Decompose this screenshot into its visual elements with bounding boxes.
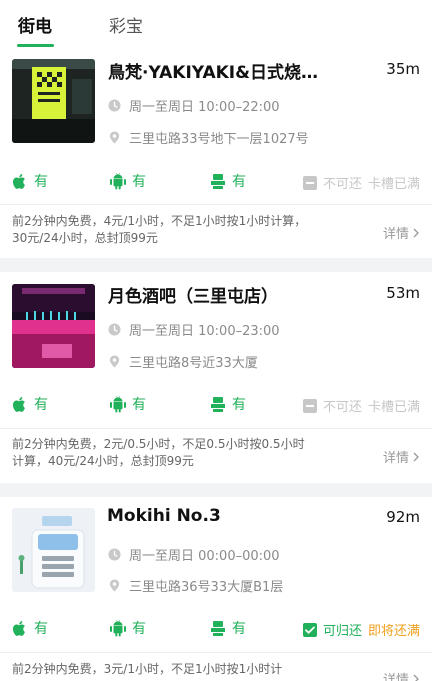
return-status: 不可还 卡槽已满 [302,173,420,192]
detail-label: 详情 [382,227,409,242]
return-status: 不可还 卡槽已满 [302,396,420,415]
store-address: 三里屯路33号地下一层1027号 [108,128,309,147]
store-photo [12,284,95,368]
location-icon [109,131,120,144]
detail-link[interactable]: 详情 [383,447,420,466]
store-address: 三里屯路8号近33大厦 [108,352,258,371]
feature-apple: 有 [12,618,48,638]
clock-icon [108,323,121,336]
hours-text: 周一至周日 10:00–22:00 [129,100,280,115]
hours-text: 周一至周日 10:00–23:00 [129,324,280,339]
location-icon [109,579,120,592]
store-distance: 92m [386,508,420,526]
store-name: 鳥梵·YAKIYAKI&日式烧… [108,63,318,83]
active-tab-indicator [17,44,54,47]
store-hours: 周一至周日 10:00–22:00 [108,96,280,115]
store-hours: 周一至周日 10:00–23:00 [108,320,280,339]
return-status-text: 不可还 [322,177,362,192]
feature-label: 有 [34,397,48,413]
minus-box-icon [302,175,317,190]
detail-label: 详情 [382,451,409,466]
feature-android: 有 [110,394,146,414]
store-card[interactable]: Mokihi No.3 92m 周一至周日 00:00–00:00 三里屯路36… [0,497,432,681]
return-status-text: 可归还 [322,624,362,639]
divider [0,204,432,205]
store-distance: 53m [386,284,420,302]
feature-android: 有 [110,171,146,191]
detail-link[interactable]: 详情 [383,669,420,681]
apple-icon [12,173,25,189]
slot-status-text: 即将还满 [367,624,420,639]
apple-icon [12,620,25,636]
pricing-text: 前2分钟内免费，3元/1小时，不足1小时按1小时计 [12,662,283,676]
feature-powerbank: 有 [210,618,246,638]
detail-label: 详情 [382,673,409,681]
feature-label: 有 [232,397,246,413]
store-address: 三里屯路36号33大厦B1层 [108,576,283,595]
return-status-text: 不可还 [322,400,362,415]
hours-text: 周一至周日 00:00–00:00 [129,549,280,564]
divider [0,652,432,653]
feature-row: 有 有 有 不可还 卡槽已满 [0,171,432,193]
feature-label: 有 [132,397,146,413]
chevron-right-icon [413,452,419,461]
store-distance: 35m [386,60,420,78]
detail-link[interactable]: 详情 [383,223,420,242]
address-text: 三里屯路33号地下一层1027号 [129,132,309,147]
android-icon [110,395,126,412]
store-photo [12,59,95,143]
store-hours: 周一至周日 00:00–00:00 [108,545,280,564]
feature-label: 有 [34,174,48,190]
apple-icon [12,396,25,412]
pricing-text: 前2分钟内免费，4元/1小时，不足1小时按1小时计算，30元/24小时，总封顶9… [12,214,307,245]
feature-label: 有 [232,621,246,637]
clock-icon [108,548,121,561]
feature-apple: 有 [12,394,48,414]
location-icon [109,355,120,368]
store-photo [12,508,95,592]
check-box-icon [302,622,317,637]
return-status: 可归还 即将还满 [302,620,420,639]
chevron-right-icon [413,228,419,237]
clock-icon [108,99,121,112]
powerbank-icon [211,620,225,636]
android-icon [110,619,126,636]
feature-row: 有 有 有 可归还 即将还满 [0,618,432,640]
powerbank-icon [211,396,225,412]
feature-powerbank: 有 [210,394,246,414]
minus-box-icon [302,398,317,413]
slot-status-text: 卡槽已满 [367,177,420,192]
store-name: Mokihi No.3 [107,506,221,526]
feature-row: 有 有 有 不可还 卡槽已满 [0,394,432,416]
address-text: 三里屯路8号近33大厦 [129,356,258,371]
store-card[interactable]: 鳥梵·YAKIYAKI&日式烧… 35m 周一至周日 10:00–22:00 三… [0,48,432,258]
tab-bar: 街电 彩宝 [0,0,432,48]
feature-android: 有 [110,618,146,638]
pricing-text: 前2分钟内免费，2元/0.5小时，不足0.5小时按0.5小时计算，40元/24小… [12,437,305,468]
store-card[interactable]: 月色酒吧（三里屯店） 53m 周一至周日 10:00–23:00 三里屯路8号近… [0,272,432,483]
tab-jiedian[interactable]: 街电 [18,12,52,37]
slot-status-text: 卡槽已满 [367,400,420,415]
powerbank-icon [211,173,225,189]
feature-label: 有 [34,621,48,637]
address-text: 三里屯路36号33大厦B1层 [129,580,284,595]
feature-label: 有 [132,174,146,190]
divider [0,428,432,429]
store-name: 月色酒吧（三里屯店） [108,287,278,307]
chevron-right-icon [413,674,419,681]
feature-label: 有 [232,174,246,190]
android-icon [110,172,126,189]
feature-apple: 有 [12,171,48,191]
tab-caibao[interactable]: 彩宝 [109,12,143,37]
feature-label: 有 [132,621,146,637]
feature-powerbank: 有 [210,171,246,191]
